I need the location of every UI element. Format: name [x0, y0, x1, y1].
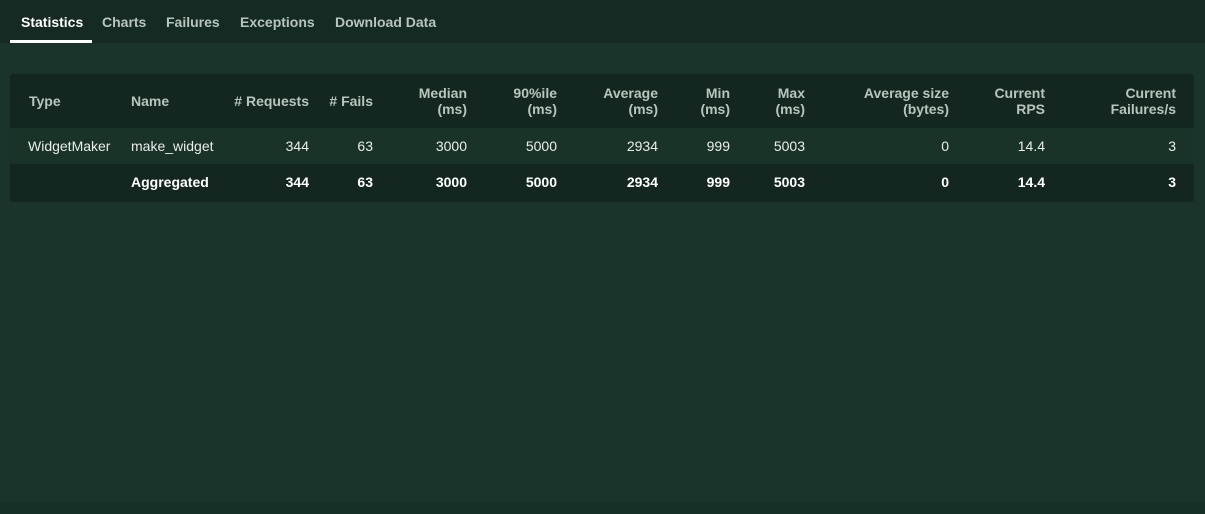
column-header-type[interactable]: Type [29, 74, 61, 128]
stats-page: Statistics Charts Failures Exceptions Do… [0, 0, 1205, 514]
column-header-unit: RPS [1016, 101, 1045, 117]
column-header-unit: Failures/s [1110, 101, 1176, 117]
column-header-max[interactable]: Max (ms) [775, 74, 805, 128]
cell-average-size: 0 [941, 138, 949, 154]
column-header-average-size[interactable]: Average size (bytes) [864, 74, 949, 128]
column-header-90percentile[interactable]: 90%ile (ms) [513, 74, 557, 128]
tab-failures[interactable]: Failures [166, 0, 220, 43]
cell-current-rps: 14.4 [1017, 138, 1045, 154]
cell-current-rps: 14.4 [1017, 174, 1045, 190]
cell-fails: 63 [357, 138, 373, 154]
column-header-fails[interactable]: # Fails [329, 74, 373, 128]
tab-charts[interactable]: Charts [102, 0, 146, 43]
tab-download-data[interactable]: Download Data [335, 0, 436, 43]
cell-max: 5003 [773, 174, 805, 190]
cell-fails: 63 [357, 174, 373, 190]
column-header-label: 90%ile [513, 85, 557, 101]
aggregated-row: Aggregated 344 63 3000 5000 2934 999 500… [10, 164, 1194, 202]
cell-requests: 344 [285, 138, 309, 154]
cell-90percentile: 5000 [525, 174, 557, 190]
column-header-label: # Fails [329, 93, 373, 109]
column-header-unit: (ms) [700, 101, 730, 117]
cell-average-size: 0 [941, 174, 949, 190]
cell-name: Aggregated [131, 174, 209, 190]
column-header-label: Max [777, 85, 805, 101]
tab-statistics[interactable]: Statistics [21, 0, 83, 43]
column-header-median[interactable]: Median (ms) [419, 74, 467, 128]
column-header-unit: (ms) [628, 101, 658, 117]
column-header-unit: (ms) [527, 101, 557, 117]
column-header-requests[interactable]: # Requests [234, 74, 309, 128]
tab-bar: Statistics Charts Failures Exceptions Do… [0, 0, 1205, 43]
cell-90percentile: 5000 [525, 138, 557, 154]
column-header-name[interactable]: Name [131, 74, 169, 128]
table-header-row: Type Name # Requests # Fails Median (ms)… [10, 74, 1194, 128]
cell-average: 2934 [626, 174, 658, 190]
cell-median: 3000 [435, 174, 467, 190]
cell-name: make_widget [131, 138, 214, 154]
column-header-label: Min [705, 85, 730, 101]
column-header-unit: (bytes) [903, 101, 949, 117]
column-header-current-failures[interactable]: Current Failures/s [1111, 74, 1176, 128]
active-tab-indicator [10, 40, 92, 43]
cell-min: 999 [706, 174, 730, 190]
tab-exceptions[interactable]: Exceptions [240, 0, 315, 43]
column-header-min[interactable]: Min (ms) [700, 74, 730, 128]
column-header-unit: (ms) [775, 101, 805, 117]
table-row: WidgetMaker make_widget 344 63 3000 5000… [10, 128, 1194, 164]
column-header-label: Type [29, 93, 61, 109]
cell-min: 999 [706, 138, 730, 154]
cell-current-failures: 3 [1168, 138, 1176, 154]
statistics-table: Type Name # Requests # Fails Median (ms)… [10, 74, 1194, 202]
cell-average: 2934 [626, 138, 658, 154]
column-header-label: Median [418, 85, 467, 101]
cell-max: 5003 [773, 138, 805, 154]
column-header-label: Average [603, 85, 658, 101]
column-header-label: # Requests [234, 93, 309, 109]
cell-current-failures: 3 [1168, 174, 1176, 190]
footer-strip [0, 503, 1205, 514]
column-header-label: Current [994, 85, 1045, 101]
cell-requests: 344 [285, 174, 309, 190]
column-header-average[interactable]: Average (ms) [603, 74, 658, 128]
column-header-label: Name [131, 93, 170, 109]
column-header-label: Average size [863, 85, 949, 101]
column-header-unit: (ms) [437, 101, 467, 117]
column-header-label: Current [1125, 85, 1176, 101]
column-header-current-rps[interactable]: Current RPS [994, 74, 1045, 128]
cell-median: 3000 [435, 138, 467, 154]
cell-type: WidgetMaker [28, 138, 111, 154]
